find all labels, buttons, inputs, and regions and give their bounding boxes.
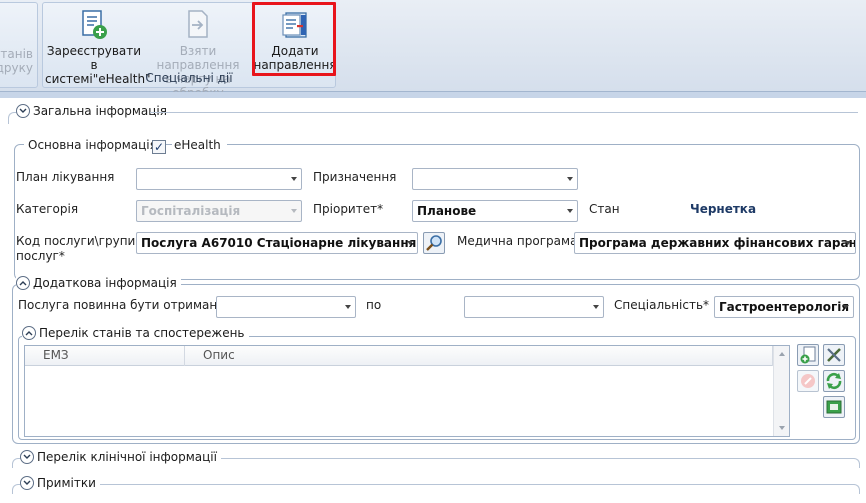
conditions-grid[interactable]: ЕМЗ Опис <box>24 345 790 437</box>
add-record-button[interactable] <box>797 344 819 366</box>
add-document-icon <box>800 346 816 364</box>
dropdown-arrow-icon <box>845 241 851 245</box>
edit-record-button[interactable] <box>823 344 845 366</box>
dropdown-arrow-icon <box>567 209 573 213</box>
section-additional-header[interactable]: Додаткова інформація <box>16 276 181 290</box>
delete-icon <box>801 374 815 388</box>
dropdown-arrow-icon <box>345 305 351 309</box>
export-icon <box>826 400 842 414</box>
medical-program-label: Медична програма <box>457 234 578 248</box>
dropdown-arrow-icon <box>291 177 297 181</box>
conditions-header[interactable]: Перелік станів та спостережень <box>22 326 249 340</box>
ribbon: станів друку Зареєструвати в системі"eHe… <box>0 0 866 100</box>
priority-value: Планове <box>417 204 477 218</box>
expand-chevron-icon <box>22 326 36 340</box>
section-general-title: Загальна інформація <box>33 104 167 118</box>
section-general-rule <box>150 112 858 113</box>
search-icon <box>426 235 442 251</box>
state-value: Чернетка <box>690 202 757 216</box>
medical-program-value: Програма державних фінансових гарантій м… <box>579 236 855 250</box>
section-general-left-edge <box>8 112 16 124</box>
ribbon-group-print: станів друку <box>0 2 38 88</box>
collapse-chevron-icon <box>16 104 30 118</box>
category-label: Категорія <box>16 202 79 216</box>
dropdown-arrow-icon <box>567 177 573 181</box>
service-to-label: по <box>366 298 382 312</box>
medical-program-combo[interactable]: Програма державних фінансових гарантій м… <box>574 232 856 254</box>
dropdown-arrow-icon <box>291 209 297 213</box>
service-code-combo[interactable]: Послуга А67010 Стаціонарне лікування заг… <box>136 232 418 254</box>
notes-frame-rule <box>12 484 860 494</box>
assignment-label: Призначення <box>313 170 397 184</box>
column-header-emz[interactable]: ЕМЗ <box>25 346 185 366</box>
ehealth-label: eHealth <box>172 138 227 152</box>
treatment-plan-combo[interactable] <box>136 168 302 190</box>
assignment-combo[interactable] <box>412 168 578 190</box>
service-code-label-line1: Код послуги\групи <box>16 234 136 248</box>
dropdown-arrow-icon <box>593 305 599 309</box>
state-label: Стан <box>589 202 620 216</box>
section-notes-header[interactable]: Примітки <box>20 476 100 490</box>
ehealth-checkbox[interactable]: ✓ <box>152 140 166 154</box>
column-header-description[interactable]: Опис <box>185 346 773 366</box>
export-record-button[interactable] <box>823 396 845 418</box>
take-referral-queue-button[interactable]: Взяти направлення в чергу на обробку <box>143 3 253 100</box>
delete-record-button[interactable] <box>797 370 819 392</box>
form-content: Загальна інформація Основна інформація ✓… <box>0 98 866 503</box>
scroll-down-icon[interactable] <box>779 426 785 430</box>
service-search-button[interactable] <box>423 232 445 254</box>
grid-vertical-scrollbar[interactable] <box>773 346 789 436</box>
conditions-grid-header: ЕМЗ Опис <box>25 346 773 366</box>
service-to-combo[interactable] <box>464 296 604 318</box>
basic-info-title: Основна інформація <box>24 138 161 152</box>
service-code-label-line2: послуг* <box>16 249 65 263</box>
specialty-combo[interactable]: Гастроентерологія <box>714 296 854 318</box>
category-value: Госпіталізація <box>141 204 241 218</box>
document-arrow-icon <box>188 10 208 38</box>
dropdown-arrow-icon <box>407 241 413 245</box>
service-from-label: Послуга повинна бути отримана з <box>18 298 235 312</box>
scroll-up-icon[interactable] <box>779 352 785 356</box>
highlight-box <box>252 2 336 76</box>
priority-combo[interactable]: Планове <box>412 200 578 222</box>
conditions-title: Перелік станів та спостережень <box>39 326 245 340</box>
section-clinical-title: Перелік клінічної інформації <box>37 450 217 464</box>
service-from-combo[interactable] <box>216 296 356 318</box>
refresh-record-button[interactable] <box>823 370 845 392</box>
specialty-value: Гастроентерологія <box>719 300 850 314</box>
priority-label: Пріоритет* <box>313 202 384 216</box>
print-states-label-1: станів <box>0 47 33 61</box>
register-document-icon <box>82 10 107 39</box>
print-states-label-2: друку <box>0 61 33 75</box>
section-notes-title: Примітки <box>37 476 96 490</box>
tools-icon <box>827 348 841 362</box>
dropdown-arrow-icon <box>843 305 849 309</box>
section-additional-title: Додаткова інформація <box>33 276 177 290</box>
section-clinical-header[interactable]: Перелік клінічної інформації <box>20 450 221 464</box>
service-code-label: Код послуги\групи послуг* <box>16 234 135 264</box>
specialty-label: Спеціальність* <box>614 298 710 312</box>
collapse-chevron-icon <box>20 450 34 464</box>
expand-chevron-icon <box>16 276 30 290</box>
category-combo: Госпіталізація <box>136 200 302 222</box>
refresh-icon <box>826 372 842 390</box>
treatment-plan-label: План лікування <box>16 170 115 184</box>
collapse-chevron-icon <box>20 476 34 490</box>
service-code-value: Послуга А67010 Стаціонарне лікування заг… <box>141 236 417 250</box>
section-general-header[interactable]: Загальна інформація <box>16 104 167 118</box>
